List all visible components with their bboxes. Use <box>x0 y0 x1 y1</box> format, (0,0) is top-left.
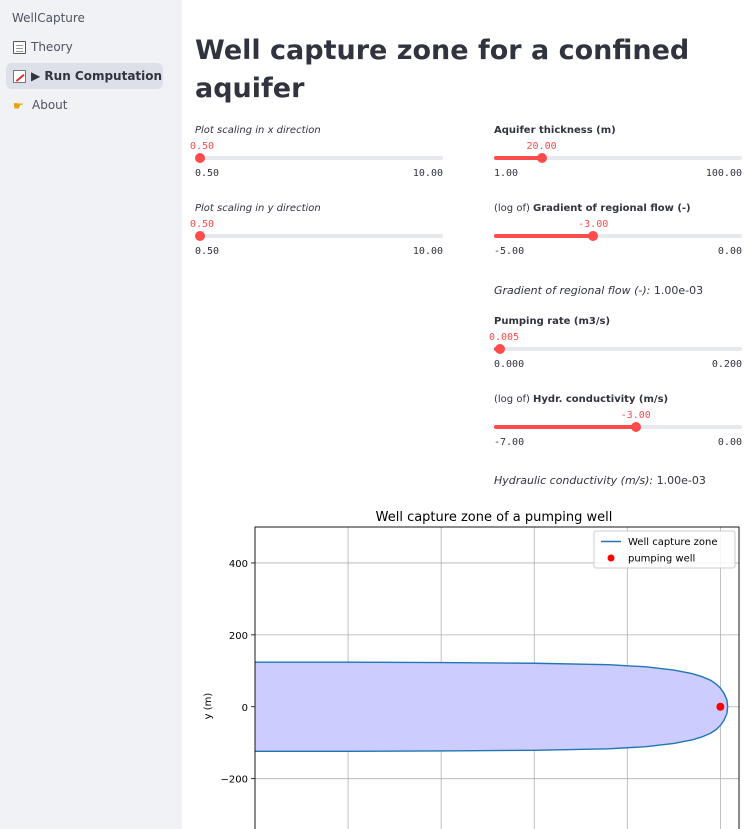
nav-item-label: About <box>32 98 68 112</box>
slider-value: 0.005 <box>488 332 520 343</box>
slider-thumb[interactable] <box>588 231 599 241</box>
y-tick-label: 400 <box>229 559 248 570</box>
slider-max: 0.200 <box>711 359 742 370</box>
sidebar: WellCapture Theory ▶ Run Computation ☛ A… <box>0 0 182 829</box>
slider-track[interactable] <box>494 422 742 432</box>
nav-item-theory[interactable]: Theory <box>6 34 163 60</box>
info-label: Hydraulic conductivity (m/s): <box>494 474 654 487</box>
slider-thumb[interactable] <box>195 231 205 241</box>
slider-min: 0.000 <box>494 359 525 370</box>
nav-item-about[interactable]: ☛ About <box>6 92 163 118</box>
slider-min: -5.00 <box>494 246 525 257</box>
slider-fill <box>494 156 542 160</box>
slider-label: Aquifer thickness (m) <box>494 125 616 136</box>
y-axis-label: y (m) <box>203 693 214 720</box>
info-value: 1.00e-03 <box>653 474 706 487</box>
slider-min: 1.00 <box>494 168 519 179</box>
slider-max: 100.00 <box>705 168 742 179</box>
y-tick-label: 200 <box>229 631 248 642</box>
nav-item-label: ▶ Run Computation <box>31 69 163 83</box>
conductivity-info: Hydraulic conductivity (m/s): 1.00e-03 <box>494 474 706 487</box>
slider-thumb[interactable] <box>195 153 205 163</box>
slider-track[interactable] <box>494 344 742 354</box>
y-tick-label: −200 <box>221 775 248 786</box>
chart-title: Well capture zone of a pumping well <box>376 510 613 525</box>
slider-max: 0.00 <box>717 246 742 257</box>
slider-fill <box>494 234 594 238</box>
nav-item-run-computation[interactable]: ▶ Run Computation <box>6 63 163 89</box>
slider-label: (log of) Hydr. conductivity (m/s) <box>494 394 668 405</box>
slider-min: -7.00 <box>494 437 525 448</box>
y-tick-label: 0 <box>242 703 248 714</box>
slider-min: 0.50 <box>195 246 220 257</box>
slider-label-main: Gradient of regional flow (-) <box>533 203 691 214</box>
slider-label-prefix: (log of) <box>494 203 534 214</box>
slider-max: 10.00 <box>412 168 443 179</box>
legend-marker-swatch <box>607 554 615 562</box>
chart-series-area <box>255 661 729 753</box>
page-title: Well capture zone for a confined aquifer <box>195 35 690 104</box>
slider-value: -3.00 <box>578 219 609 230</box>
aquifer-thickness-slider[interactable]: Aquifer thickness (m) 20.00 1.00 100.00 <box>494 125 742 185</box>
slider-label-main: Hydr. conductivity (m/s) <box>533 394 669 405</box>
slider-label: Pumping rate (m3/s) <box>494 316 611 327</box>
pointing-hand-icon: ☛ <box>13 98 24 113</box>
document-icon <box>13 40 26 54</box>
pumping-rate-slider[interactable]: Pumping rate (m3/s) 0.005 0.000 0.200 <box>489 316 742 376</box>
slider-thumb[interactable] <box>630 422 641 432</box>
slider-track[interactable] <box>195 231 443 241</box>
info-value: 1.00e-03 <box>650 284 704 297</box>
slider-thumb[interactable] <box>536 153 547 163</box>
slider-max: 0.00 <box>717 437 742 448</box>
info-label: Gradient of regional flow (-): <box>494 284 651 297</box>
gradient-info: Gradient of regional flow (-): 1.00e-03 <box>494 284 703 297</box>
pumping-well-point <box>716 702 725 711</box>
legend-label: Well capture zone <box>628 537 718 548</box>
slider-label: Plot scaling in y direction <box>195 203 321 214</box>
chart-legend: Well capture zone pumping well <box>593 530 736 569</box>
nav-item-label: Theory <box>31 40 73 54</box>
slider-max: 10.00 <box>412 246 443 257</box>
slider-label: Plot scaling in x direction <box>195 125 321 136</box>
slider-value: 0.50 <box>190 219 215 230</box>
slider-label: (log of) Gradient of regional flow (-) <box>494 203 691 214</box>
x-scaling-slider[interactable]: Plot scaling in x direction 0.50 0.50 10… <box>190 125 443 185</box>
slider-value: -3.00 <box>620 410 651 421</box>
capture-zone-chart: Well capture zone of a pumping well y (m… <box>203 510 740 829</box>
slider-track[interactable] <box>494 231 742 241</box>
slider-track[interactable] <box>195 153 443 163</box>
slider-track[interactable] <box>494 153 742 163</box>
slider-value: 0.50 <box>190 141 215 152</box>
conductivity-slider[interactable]: (log of) Hydr. conductivity (m/s) -3.00 … <box>494 394 742 454</box>
legend-label: pumping well <box>628 554 695 565</box>
y-axis-ticks: 400 200 0 −200 <box>221 559 255 786</box>
capture-zone-fill <box>255 662 728 752</box>
slider-min: 0.50 <box>195 168 220 179</box>
app-name: WellCapture <box>12 11 85 25</box>
y-scaling-slider[interactable]: Plot scaling in y direction 0.50 0.50 10… <box>190 203 443 263</box>
gradient-slider[interactable]: (log of) Gradient of regional flow (-) -… <box>494 203 742 263</box>
slider-thumb[interactable] <box>495 344 506 354</box>
slider-label-prefix: (log of) <box>494 394 534 405</box>
chart-icon <box>13 69 26 83</box>
slider-value: 20.00 <box>526 141 557 152</box>
slider-fill <box>494 425 636 429</box>
